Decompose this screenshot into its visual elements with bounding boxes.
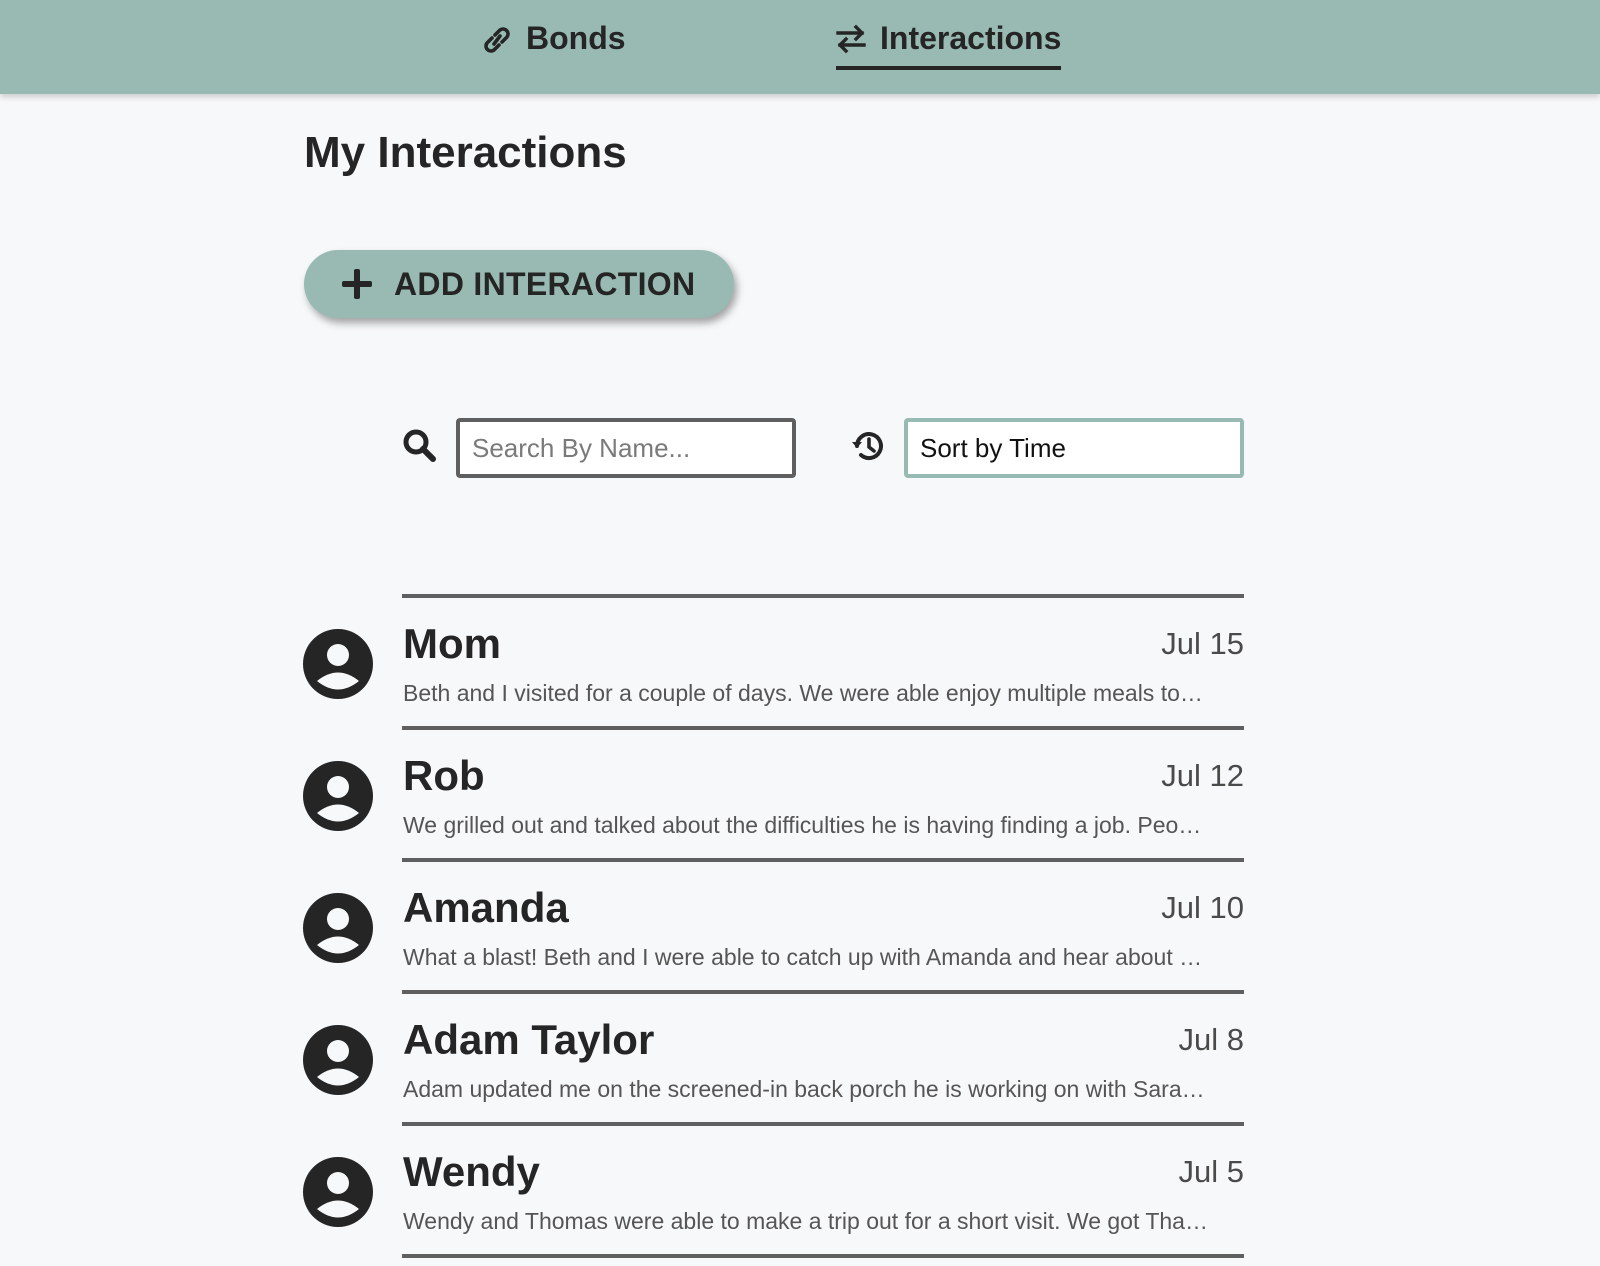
interaction-preview: We grilled out and talked about the diff… [403, 812, 1202, 838]
link-icon [482, 24, 512, 64]
interaction-preview: Adam updated me on the screened-in back … [403, 1076, 1205, 1102]
swap-arrows-icon [836, 24, 866, 62]
sort-select[interactable]: Sort by Time [904, 418, 1244, 478]
sort-select-value: Sort by Time [920, 432, 1066, 463]
search-input[interactable] [456, 418, 796, 478]
interaction-date: Jul 15 [1161, 626, 1244, 661]
contact-name: Wendy [403, 1148, 540, 1195]
list-item[interactable]: Adam Taylor Jul 8 Adam updated me on the… [302, 994, 1244, 1126]
nav-tab-label: Interactions [880, 20, 1062, 56]
user-avatar-icon [302, 760, 374, 832]
nav-tab-label: Bonds [526, 20, 626, 56]
top-navigation: Bonds Interactions [0, 0, 1600, 94]
list-item[interactable]: Amanda Jul 10 What a blast! Beth and I w… [302, 862, 1244, 994]
divider [402, 1254, 1244, 1258]
page-title: My Interactions [304, 128, 627, 177]
add-interaction-button[interactable]: ADD INTERACTION [304, 250, 734, 318]
nav-tab-interactions[interactable]: Interactions [836, 20, 1062, 70]
plus-icon [342, 269, 372, 299]
user-avatar-icon [302, 1156, 374, 1228]
list-item[interactable]: Rob Jul 12 We grilled out and talked abo… [302, 730, 1244, 862]
list-item[interactable]: Mom Jul 15 Beth and I visited for a coup… [302, 598, 1244, 730]
interaction-date: Jul 10 [1161, 890, 1244, 925]
history-icon [850, 428, 886, 464]
interaction-preview: What a blast! Beth and I were able to ca… [403, 944, 1203, 970]
user-avatar-icon [302, 1024, 374, 1096]
contact-name: Mom [403, 620, 501, 667]
interaction-preview: Wendy and Thomas were able to make a tri… [403, 1208, 1208, 1234]
user-avatar-icon [302, 892, 374, 964]
add-interaction-label: ADD INTERACTION [394, 265, 696, 302]
interaction-date: Jul 8 [1178, 1022, 1244, 1057]
interaction-date: Jul 5 [1178, 1154, 1244, 1189]
contact-name: Adam Taylor [403, 1016, 655, 1063]
list-item[interactable]: Wendy Jul 5 Wendy and Thomas were able t… [302, 1126, 1244, 1258]
search-icon [402, 428, 438, 464]
nav-tab-bonds[interactable]: Bonds [482, 20, 626, 70]
interaction-date: Jul 12 [1161, 758, 1244, 793]
active-tab-indicator [836, 66, 1062, 70]
contact-name: Amanda [403, 884, 569, 931]
user-avatar-icon [302, 628, 374, 700]
interaction-preview: Beth and I visited for a couple of days.… [403, 680, 1203, 706]
contact-name: Rob [403, 752, 485, 799]
